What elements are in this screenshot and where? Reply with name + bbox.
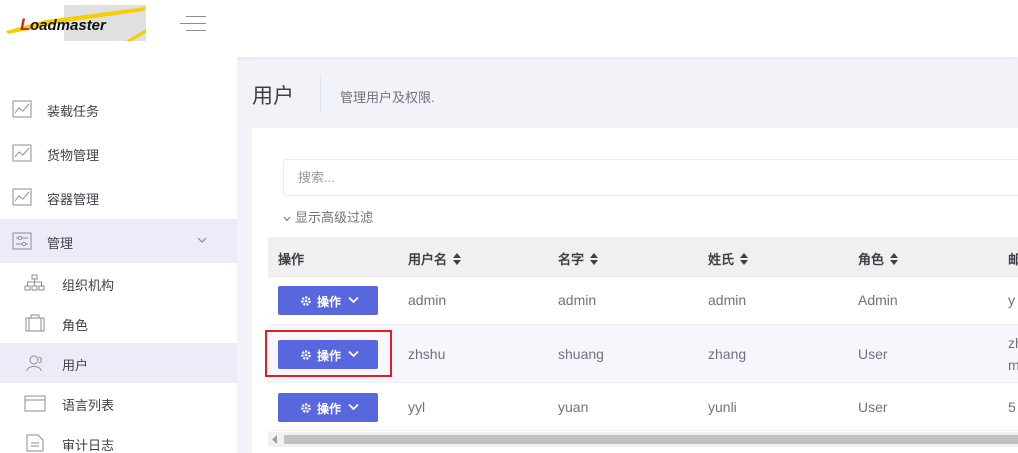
gear-icon (301, 296, 311, 306)
highlight-box (265, 330, 392, 377)
cell-email: 5 (1008, 399, 1016, 415)
cell-role: User (858, 346, 888, 362)
sort-icon (590, 253, 599, 265)
svg-text:L: L (20, 15, 30, 34)
cell-username: yyl (408, 399, 426, 415)
loadmaster-logo[interactable]: L oadmaster (6, 5, 146, 41)
sidebar-item-organizations[interactable]: 组织机构 (0, 263, 237, 303)
table-row: 操作 yyl yuan yunli User 5 (268, 383, 1018, 431)
page-title: 用户 (252, 85, 294, 108)
sidebar-item-loading-tasks[interactable]: 装载任务 (0, 87, 237, 131)
actions-dropdown-button[interactable]: 操作 (278, 286, 378, 315)
chart-line-icon (12, 100, 32, 118)
cell-email: y (1008, 292, 1015, 308)
cell-username: admin (408, 292, 447, 308)
sidebar-item-label: 货物管理 (47, 148, 100, 163)
sidebar-subitem-label: 审计日志 (62, 438, 115, 453)
title-divider (320, 74, 321, 112)
cell-surname: admin (708, 292, 747, 308)
sidebar-subitem-label: 角色 (62, 318, 89, 333)
chevron-down-icon (348, 403, 359, 411)
cell-surname: zhang (708, 346, 747, 362)
sidebar-subitem-label: 组织机构 (62, 278, 115, 293)
sort-icon (740, 253, 749, 265)
chart-line-icon (12, 188, 32, 206)
column-header-name[interactable]: 名字 (558, 249, 599, 268)
sort-icon (453, 253, 462, 265)
sidebar-item-label: 装载任务 (47, 104, 100, 119)
cell-role: User (858, 399, 888, 415)
scrollbar-thumb[interactable] (284, 435, 1018, 444)
cell-name: shuang (558, 346, 604, 362)
cell-name: yuan (558, 399, 589, 415)
document-icon (26, 434, 44, 452)
table-header: 操作 用户名 名字 姓氏 角色 邮 (268, 237, 1018, 277)
sidebar-item-containers[interactable]: 容器管理 (0, 175, 237, 219)
column-header-email[interactable]: 邮 (1008, 249, 1018, 268)
cell-name: admin (558, 292, 597, 308)
cell-surname: yunli (708, 399, 737, 415)
table-row: 操作 admin admin admin Admin y (268, 277, 1018, 325)
search-input[interactable] (283, 159, 1018, 196)
svg-text:oadmaster: oadmaster (30, 17, 107, 34)
chevron-down-icon (283, 216, 291, 221)
sort-icon (890, 253, 899, 265)
sidebar: 装载任务 货物管理 容器管理 管理 组织机构 角色 用户 语言列表 审计日志 (0, 57, 237, 453)
cell-email-line2: m (1008, 357, 1018, 373)
column-header-actions: 操作 (278, 252, 305, 267)
chevron-down-icon (348, 296, 359, 304)
sidebar-subitem-label: 用户 (62, 358, 89, 373)
hamburger-menu-icon[interactable] (180, 15, 208, 33)
sidebar-item-audit-logs[interactable]: 审计日志 (0, 423, 237, 453)
chart-line-icon (12, 144, 32, 162)
sidebar-item-label: 管理 (47, 236, 74, 251)
sidebar-item-users[interactable]: 用户 (0, 343, 237, 383)
cell-role: Admin (858, 292, 898, 308)
org-tree-icon (24, 274, 45, 291)
horizontal-scrollbar[interactable] (268, 432, 1018, 447)
column-header-username[interactable]: 用户名 (408, 249, 462, 268)
actions-dropdown-button[interactable]: 操作 (278, 393, 378, 422)
users-icon (26, 355, 42, 372)
advanced-filter-label: 显示高级过滤 (295, 210, 374, 225)
sidebar-item-admin[interactable]: 管理 (0, 219, 237, 263)
gear-icon (301, 403, 311, 413)
chevron-down-icon (197, 237, 207, 243)
column-header-role[interactable]: 角色 (858, 249, 899, 268)
sidebar-item-cargo[interactable]: 货物管理 (0, 131, 237, 175)
page-description: 管理用户及权限. (340, 90, 435, 105)
sidebar-subitem-label: 语言列表 (62, 398, 115, 413)
briefcase-icon (25, 314, 45, 332)
window-icon (24, 395, 46, 412)
scroll-left-arrow-icon[interactable] (271, 435, 279, 444)
sidebar-item-languages[interactable]: 语言列表 (0, 383, 237, 423)
sidebar-item-label: 容器管理 (47, 192, 100, 207)
advanced-filter-toggle[interactable]: 显示高级过滤 (283, 207, 373, 226)
column-header-surname[interactable]: 姓氏 (708, 249, 749, 268)
settings-sliders-icon (12, 232, 32, 250)
top-header: L oadmaster (0, 0, 1018, 57)
cell-username: zhshu (408, 346, 446, 362)
cell-email: zh (1008, 335, 1018, 351)
sidebar-item-roles[interactable]: 角色 (0, 303, 237, 343)
